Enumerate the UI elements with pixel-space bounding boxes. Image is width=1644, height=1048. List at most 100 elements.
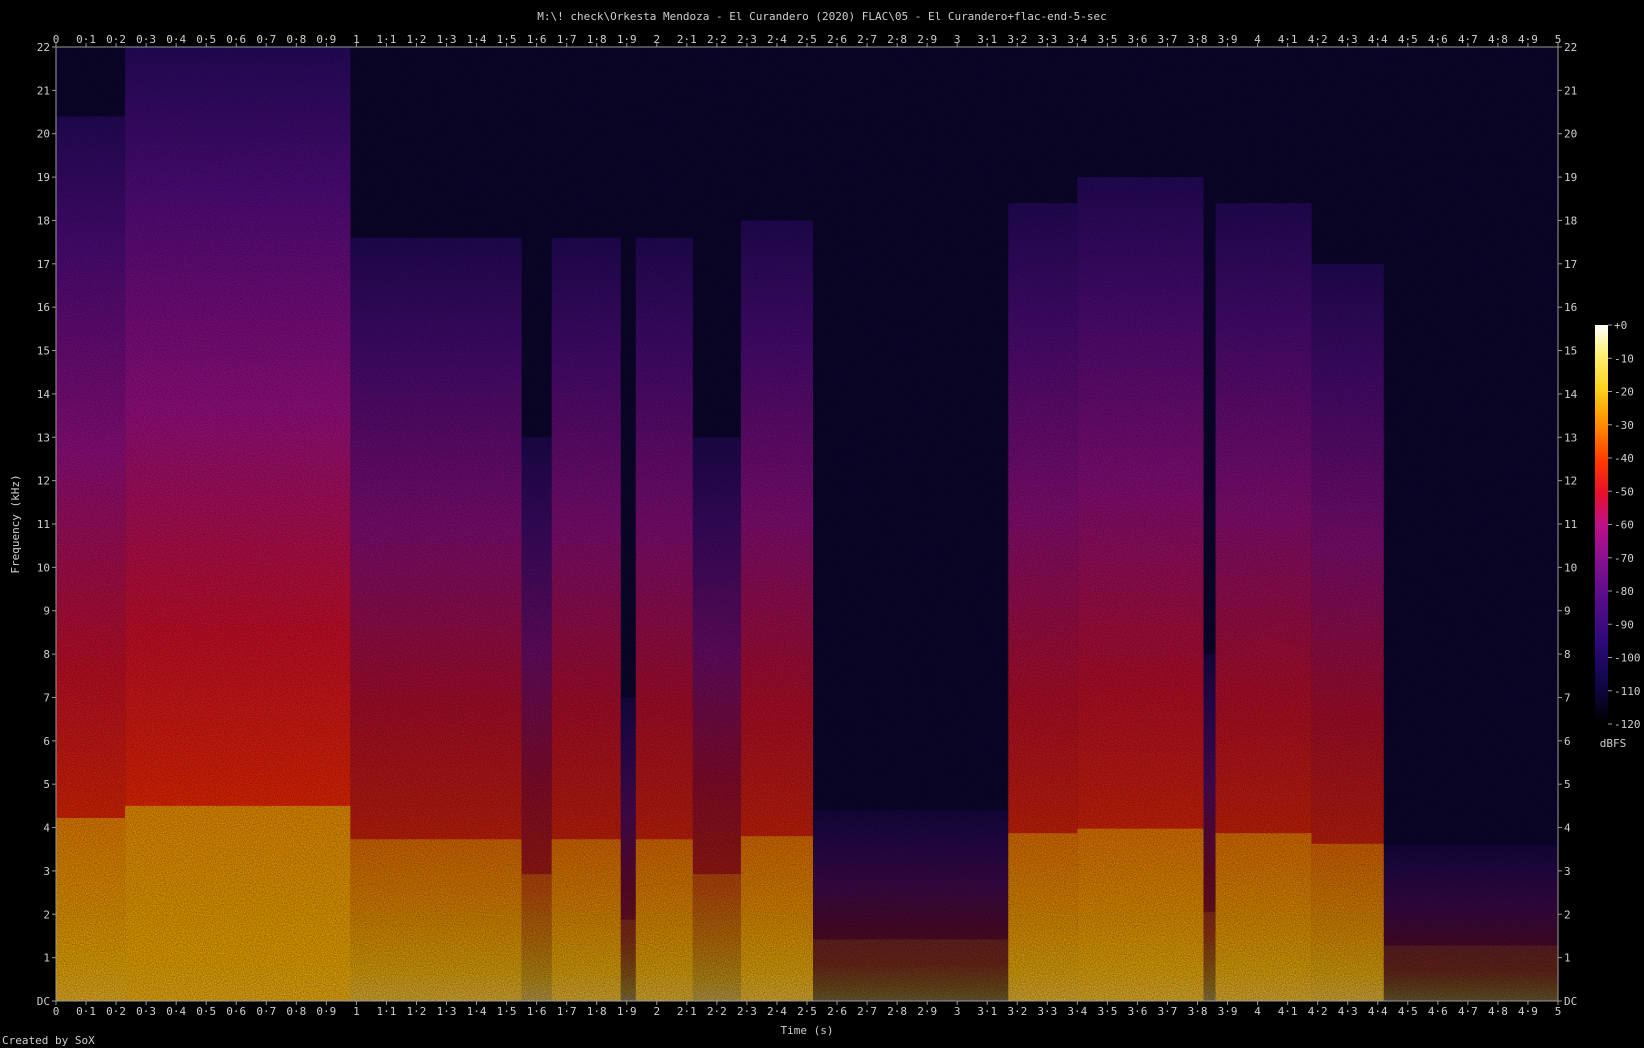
x-tick-top-label: 0·4: [166, 33, 186, 46]
y-tick-left-label: 4: [43, 822, 50, 835]
x-tick-top-label: 3·5: [1097, 33, 1117, 46]
y-tick-left-label: 5: [43, 778, 50, 791]
x-tick-top-label: 1·8: [587, 33, 607, 46]
x-tick-top-label: 2·4: [767, 33, 787, 46]
x-tick-top-label: 4·3: [1338, 33, 1358, 46]
x-tick-top-label: 3: [954, 33, 961, 46]
x-tick-top-label: 2·7: [857, 33, 877, 46]
colorbar-tick-label: -10: [1614, 352, 1634, 365]
x-tick-bottom-label: 2·1: [677, 1005, 697, 1018]
x-tick-top-label: 3·1: [977, 33, 997, 46]
y-tick-left-label: 9: [43, 605, 50, 618]
x-tick-top-label: 4·1: [1278, 33, 1298, 46]
y-tick-left-label: 7: [43, 691, 50, 704]
x-tick-top-label: 1·5: [497, 33, 517, 46]
x-tick-bottom-label: 3·7: [1158, 1005, 1178, 1018]
y-tick-right-label: 18: [1564, 214, 1577, 227]
x-tick-bottom-label: 1·9: [617, 1005, 637, 1018]
x-ticks-bottom: 0 0·1 0·2 0·3 0·4 0·5 0·6 0·7 0·8 0·9 1 1·1 1·2 1·3 1·…: [53, 1001, 1561, 1018]
x-tick-bottom-label: 3·2: [1007, 1005, 1027, 1018]
x-tick-top-label: 0·9: [316, 33, 336, 46]
x-tick-bottom-label: 4·5: [1398, 1005, 1418, 1018]
x-tick-top-label: 0·7: [256, 33, 276, 46]
y-tick-left-label: 20: [37, 128, 50, 141]
y-ticks-right: DC12345678910111213141516171819202122: [1558, 41, 1578, 1008]
x-tick-top-label: 3·9: [1218, 33, 1238, 46]
x-tick-top-label: 0·1: [76, 33, 96, 46]
x-tick-top-label: 0·2: [106, 33, 126, 46]
x-tick-bottom-label: 2·5: [797, 1005, 817, 1018]
y-tick-right-label: 8: [1564, 648, 1571, 661]
x-tick-top-label: 1·6: [527, 33, 547, 46]
x-tick-bottom-label: 3·3: [1037, 1005, 1057, 1018]
y-tick-right-label: 9: [1564, 605, 1571, 618]
x-tick-top-label: 4·6: [1428, 33, 1448, 46]
x-tick-bottom-label: 0·7: [256, 1005, 276, 1018]
y-tick-left-label: 10: [37, 561, 50, 574]
y-tick-right-label: 20: [1564, 128, 1577, 141]
y-tick-left-label: 17: [37, 258, 50, 271]
y-tick-left-label: 22: [37, 41, 50, 54]
x-tick-top-label: 2·5: [797, 33, 817, 46]
y-tick-left-label: 12: [37, 475, 50, 488]
x-tick-top-label: 1·9: [617, 33, 637, 46]
x-tick-bottom-label: 0·2: [106, 1005, 126, 1018]
colorbar-tick-label: -70: [1614, 552, 1634, 565]
y-tick-right-label: 7: [1564, 691, 1571, 704]
x-tick-bottom-label: 4·6: [1428, 1005, 1448, 1018]
x-tick-top-label: 1·4: [467, 33, 487, 46]
y-tick-left-label: 8: [43, 648, 50, 661]
x-tick-top-label: 3·3: [1037, 33, 1057, 46]
y-tick-left-label: 18: [37, 214, 50, 227]
x-tick-bottom-label: 1·8: [587, 1005, 607, 1018]
x-tick-bottom-label: 2·4: [767, 1005, 787, 1018]
x-tick-bottom-label: 0·5: [196, 1005, 216, 1018]
x-tick-bottom-label: 2·3: [737, 1005, 757, 1018]
x-tick-bottom-label: 4·3: [1338, 1005, 1358, 1018]
x-tick-top-label: 4·8: [1488, 33, 1508, 46]
x-tick-bottom-label: 1·5: [497, 1005, 517, 1018]
x-tick-top-label: 4·9: [1518, 33, 1538, 46]
y-tick-right-label: 17: [1564, 258, 1577, 271]
x-tick-top-label: 1·3: [437, 33, 457, 46]
x-tick-bottom-label: 2·2: [707, 1005, 727, 1018]
y-axis-label: Frequency (kHz): [9, 474, 22, 573]
y-tick-left-label: 6: [43, 735, 50, 748]
x-tick-bottom-label: 2·7: [857, 1005, 877, 1018]
y-tick-left-label: 2: [43, 908, 50, 921]
colorbar: +0 -10 -20 -30 -40 -50 -60 -70 -80 -90 -100 -110 -12…: [1595, 319, 1641, 750]
chart-title: M:\! check\Orkesta Mendoza - El Curander…: [537, 10, 1107, 23]
colorbar-tick-label: -20: [1614, 386, 1634, 399]
x-tick-bottom-label: 1·4: [467, 1005, 487, 1018]
x-tick-top-label: 1·2: [407, 33, 427, 46]
x-tick-top-label: 3·7: [1158, 33, 1178, 46]
x-tick-bottom-label: 3·5: [1097, 1005, 1117, 1018]
plot-area: [55, 46, 1559, 1002]
x-tick-bottom-label: 4·4: [1368, 1005, 1388, 1018]
y-tick-left-label: 13: [37, 431, 50, 444]
y-tick-right-label: 21: [1564, 84, 1577, 97]
x-tick-top-label: 3·6: [1128, 33, 1148, 46]
x-tick-bottom-label: 0: [53, 1005, 60, 1018]
x-tick-bottom-label: 1·2: [407, 1005, 427, 1018]
x-tick-top-label: 2·1: [677, 33, 697, 46]
y-tick-right-label: 3: [1564, 865, 1571, 878]
colorbar-tick-label: +0: [1614, 319, 1627, 332]
x-tick-bottom-label: 1·6: [527, 1005, 547, 1018]
x-tick-top-label: 2·8: [887, 33, 907, 46]
x-tick-bottom-label: 4·9: [1518, 1005, 1538, 1018]
x-tick-bottom-label: 0·9: [316, 1005, 336, 1018]
colorbar-tick-label: -50: [1614, 485, 1634, 498]
y-tick-right-label: 4: [1564, 822, 1571, 835]
x-tick-bottom-label: 2·8: [887, 1005, 907, 1018]
y-tick-right-label: 2: [1564, 908, 1571, 921]
x-tick-top-label: 4·4: [1368, 33, 1388, 46]
y-tick-right-label: 13: [1564, 431, 1577, 444]
x-tick-bottom-label: 4·7: [1458, 1005, 1478, 1018]
y-tick-right-label: 10: [1564, 561, 1577, 574]
x-tick-bottom-label: 1·3: [437, 1005, 457, 1018]
x-tick-top-label: 2·9: [917, 33, 937, 46]
y-tick-right-label: 6: [1564, 735, 1571, 748]
x-tick-top-label: 1·1: [377, 33, 397, 46]
x-tick-bottom-label: 1·1: [377, 1005, 397, 1018]
